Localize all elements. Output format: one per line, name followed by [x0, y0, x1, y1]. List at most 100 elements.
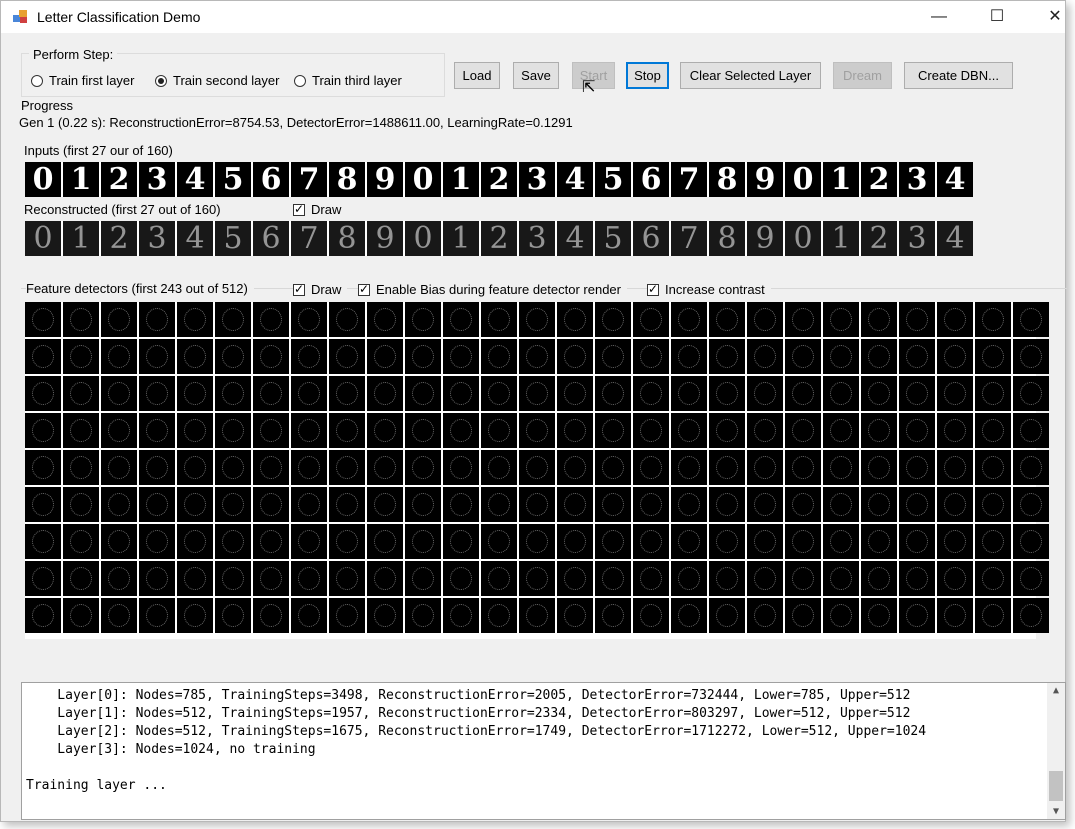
reconstructed-digit-image: 4	[557, 221, 593, 256]
dream-button[interactable]: Dream	[833, 62, 892, 89]
feature-detector-image	[291, 413, 327, 448]
feature-detector-image	[329, 561, 365, 596]
feature-detector-image	[405, 524, 441, 559]
feature-detector-image	[785, 598, 821, 633]
feature-detector-image	[519, 524, 555, 559]
increase-contrast-checkbox[interactable]: Increase contrast	[647, 282, 771, 297]
feature-detector-image	[291, 450, 327, 485]
feature-detector-image	[519, 487, 555, 522]
feature-detector-image	[481, 339, 517, 374]
feature-detector-image	[291, 302, 327, 337]
reconstructed-draw-checkbox[interactable]: Draw	[293, 202, 341, 217]
feature-detector-image	[823, 561, 859, 596]
feature-detector-image	[215, 339, 251, 374]
radio-train-third-layer[interactable]: Train third layer	[294, 73, 402, 88]
close-button[interactable]: ✕	[1032, 1, 1075, 33]
save-button[interactable]: Save	[513, 62, 559, 89]
feature-detector-image	[101, 524, 137, 559]
feature-detector-image	[101, 487, 137, 522]
checkbox-indicator	[358, 282, 370, 296]
feature-detector-image	[177, 339, 213, 374]
feature-detector-image	[633, 376, 669, 411]
feature-detector-image	[975, 561, 1011, 596]
feature-detector-image	[519, 413, 555, 448]
feature-detector-image	[291, 598, 327, 633]
feature-detector-image	[139, 487, 175, 522]
load-button[interactable]: Load	[454, 62, 500, 89]
feature-detector-image	[63, 524, 99, 559]
feature-detector-image	[861, 450, 897, 485]
reconstructed-digit-image: 2	[101, 221, 137, 256]
feature-detector-image	[595, 487, 631, 522]
radio-train-first-layer[interactable]: Train first layer	[31, 73, 134, 88]
feature-detector-image	[671, 561, 707, 596]
input-digit-image: 1	[443, 162, 479, 197]
feature-detector-image	[481, 487, 517, 522]
scroll-down-icon[interactable]: ▼	[1047, 806, 1065, 817]
feature-detector-image	[481, 413, 517, 448]
input-digit-image: 4	[177, 162, 213, 197]
feature-detector-image	[937, 339, 973, 374]
radio-indicator	[155, 74, 167, 87]
feature-detector-image	[405, 339, 441, 374]
feature-detector-image	[975, 339, 1011, 374]
feature-detector-image	[101, 598, 137, 633]
feature-detector-image	[519, 339, 555, 374]
radio-train-second-layer[interactable]: Train second layer	[155, 73, 279, 88]
feature-detector-image	[367, 561, 403, 596]
log-textbox[interactable]: Layer[0]: Nodes=785, TrainingSteps=3498,…	[21, 682, 1066, 820]
feature-detector-image	[367, 413, 403, 448]
feature-detector-image	[709, 487, 745, 522]
minimize-button[interactable]: —	[916, 1, 962, 33]
reconstructed-digit-image: 9	[367, 221, 403, 256]
feature-detector-image	[937, 450, 973, 485]
feature-detector-image	[823, 413, 859, 448]
scroll-thumb[interactable]	[1049, 771, 1063, 801]
feature-detector-image	[329, 339, 365, 374]
feature-detector-image	[405, 413, 441, 448]
checkbox-label: Increase contrast	[665, 282, 765, 297]
feature-detector-image	[1013, 524, 1049, 559]
feature-detector-image	[633, 450, 669, 485]
feature-detector-image	[975, 450, 1011, 485]
enable-bias-checkbox[interactable]: Enable Bias during feature detector rend…	[358, 282, 627, 297]
feature-detector-image	[139, 339, 175, 374]
feature-detector-image	[215, 524, 251, 559]
feature-detector-image	[633, 598, 669, 633]
feature-detector-image	[215, 413, 251, 448]
input-digit-image: 7	[671, 162, 707, 197]
radio-label: Train second layer	[173, 73, 280, 88]
feature-detector-image	[899, 487, 935, 522]
feature-detector-image	[861, 524, 897, 559]
create-dbn-button[interactable]: Create DBN...	[904, 62, 1013, 89]
feature-detector-image	[329, 302, 365, 337]
feature-detector-image	[1013, 376, 1049, 411]
reconstructed-label: Reconstructed (first 27 out of 160)	[24, 202, 221, 217]
reconstructed-digit-image: 4	[937, 221, 973, 256]
clear-selected-layer-button[interactable]: Clear Selected Layer	[680, 62, 821, 89]
checkbox-label: Enable Bias during feature detector rend…	[376, 282, 621, 297]
feature-detector-image	[215, 450, 251, 485]
reconstructed-digit-image: 5	[595, 221, 631, 256]
checkbox-label: Draw	[311, 202, 342, 217]
log-scrollbar[interactable]: ▲ ▼	[1047, 683, 1065, 819]
feature-detector-image	[63, 413, 99, 448]
maximize-button[interactable]: ☐	[974, 1, 1020, 33]
feature-detector-image	[633, 524, 669, 559]
stop-button[interactable]: Stop	[626, 62, 669, 89]
feature-detector-image	[443, 598, 479, 633]
feature-draw-checkbox[interactable]: Draw	[293, 282, 348, 297]
feature-detector-image	[595, 524, 631, 559]
feature-detector-image	[25, 524, 61, 559]
feature-detector-image	[443, 376, 479, 411]
reconstructed-digit-image: 3	[519, 221, 555, 256]
feature-detector-image	[937, 376, 973, 411]
inputs-label: Inputs (first 27 our of 160)	[24, 143, 173, 158]
feature-detector-image	[101, 413, 137, 448]
reconstructed-digit-image: 3	[899, 221, 935, 256]
feature-detector-image	[291, 561, 327, 596]
feature-detector-image	[405, 376, 441, 411]
scroll-up-icon[interactable]: ▲	[1047, 685, 1065, 696]
reconstructed-digit-image: 3	[139, 221, 175, 256]
feature-detector-image	[367, 302, 403, 337]
